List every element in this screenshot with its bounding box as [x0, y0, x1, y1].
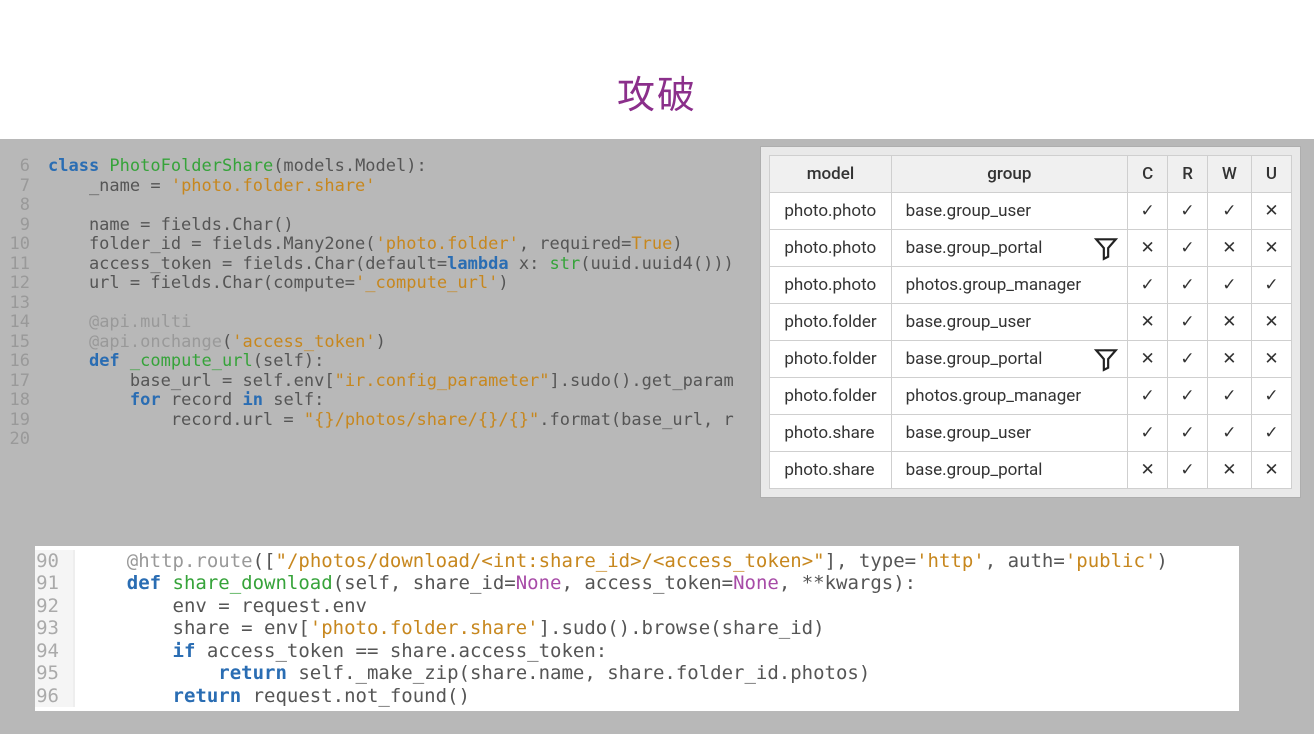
- cell-perm: ✓: [1168, 341, 1208, 378]
- cell-perm: ✓: [1168, 415, 1208, 452]
- cell-model: photo.folder: [770, 304, 891, 341]
- cell-perm: ✕: [1251, 230, 1291, 267]
- cell-group: base.group_user: [891, 415, 1128, 452]
- code-line: 93 share = env['photo.folder.share'].sud…: [35, 617, 1239, 640]
- code-line: 90 @http.route(["/photos/download/<int:s…: [35, 550, 1239, 573]
- code-line: 95 return self._make_zip(share.name, sha…: [35, 662, 1239, 685]
- perm-row: photo.folderbase.group_portal✕✓✕✕: [770, 341, 1292, 378]
- cell-group: base.group_user: [891, 304, 1128, 341]
- cell-group: base.group_portal: [891, 452, 1128, 489]
- cell-perm: ✓: [1251, 415, 1291, 452]
- cell-group: base.group_portal: [891, 341, 1128, 378]
- cell-model: photo.share: [770, 452, 891, 489]
- cell-perm: ✕: [1251, 304, 1291, 341]
- cell-perm: ✓: [1128, 193, 1168, 230]
- cell-perm: ✕: [1251, 341, 1291, 378]
- col-header: group: [891, 156, 1128, 193]
- cell-perm: ✓: [1207, 193, 1251, 230]
- cell-perm: ✓: [1168, 452, 1208, 489]
- code-block-2-wrap: 90 @http.route(["/photos/download/<int:s…: [35, 546, 1239, 712]
- cell-perm: ✓: [1207, 415, 1251, 452]
- perm-row: photo.sharebase.group_user✓✓✓✓: [770, 415, 1292, 452]
- cell-perm: ✕: [1128, 452, 1168, 489]
- cell-perm: ✕: [1207, 230, 1251, 267]
- cell-perm: ✓: [1251, 378, 1291, 415]
- cell-perm: ✕: [1207, 341, 1251, 378]
- cell-perm: ✕: [1251, 452, 1291, 489]
- perm-row: photo.folderbase.group_user✕✓✕✕: [770, 304, 1292, 341]
- code-line: 91 def share_download(self, share_id=Non…: [35, 572, 1239, 595]
- cell-perm: ✕: [1251, 193, 1291, 230]
- filter-icon: [1093, 235, 1119, 261]
- cell-group: base.group_portal: [891, 230, 1128, 267]
- perm-row: photo.photobase.group_user✓✓✓✕: [770, 193, 1292, 230]
- perm-row: photo.sharebase.group_portal✕✓✕✕: [770, 452, 1292, 489]
- code-line: 94 if access_token == share.access_token…: [35, 640, 1239, 663]
- cell-model: photo.photo: [770, 267, 891, 304]
- col-header: model: [770, 156, 891, 193]
- col-header: C: [1128, 156, 1168, 193]
- cell-model: photo.photo: [770, 230, 891, 267]
- cell-perm: ✓: [1168, 230, 1208, 267]
- cell-model: photo.photo: [770, 193, 891, 230]
- cell-perm: ✕: [1128, 230, 1168, 267]
- cell-perm: ✕: [1128, 304, 1168, 341]
- cell-perm: ✓: [1168, 193, 1208, 230]
- cell-model: photo.folder: [770, 341, 891, 378]
- cell-model: photo.share: [770, 415, 891, 452]
- code-line: 92 env = request.env: [35, 595, 1239, 618]
- cell-perm: ✕: [1128, 341, 1168, 378]
- cell-perm: ✓: [1207, 378, 1251, 415]
- content-area: 6class PhotoFolderShare(models.Model):7 …: [0, 139, 1314, 734]
- cell-perm: ✓: [1128, 378, 1168, 415]
- permissions-table-wrap: modelgroupCRWUphoto.photobase.group_user…: [761, 147, 1300, 497]
- perm-row: photo.photophotos.group_manager✓✓✓✓: [770, 267, 1292, 304]
- cell-group: base.group_user: [891, 193, 1128, 230]
- col-header: W: [1207, 156, 1251, 193]
- cell-perm: ✓: [1168, 378, 1208, 415]
- permissions-table: modelgroupCRWUphoto.photobase.group_user…: [769, 155, 1292, 489]
- cell-perm: ✓: [1207, 267, 1251, 304]
- code-block-2: 90 @http.route(["/photos/download/<int:s…: [35, 550, 1239, 708]
- perm-row: photo.photobase.group_portal✕✓✕✕: [770, 230, 1292, 267]
- cell-perm: ✓: [1168, 304, 1208, 341]
- cell-perm: ✓: [1168, 267, 1208, 304]
- code-line: 96 return request.not_found(): [35, 685, 1239, 708]
- cell-group: photos.group_manager: [891, 267, 1128, 304]
- cell-perm: ✕: [1207, 304, 1251, 341]
- col-header: R: [1168, 156, 1208, 193]
- cell-perm: ✓: [1128, 267, 1168, 304]
- cell-perm: ✕: [1207, 452, 1251, 489]
- cell-perm: ✓: [1251, 267, 1291, 304]
- cell-perm: ✓: [1128, 415, 1168, 452]
- col-header: U: [1251, 156, 1291, 193]
- perm-row: photo.folderphotos.group_manager✓✓✓✓: [770, 378, 1292, 415]
- cell-group: photos.group_manager: [891, 378, 1128, 415]
- cell-model: photo.folder: [770, 378, 891, 415]
- slide-title: 攻破: [0, 0, 1314, 139]
- filter-icon: [1093, 346, 1119, 372]
